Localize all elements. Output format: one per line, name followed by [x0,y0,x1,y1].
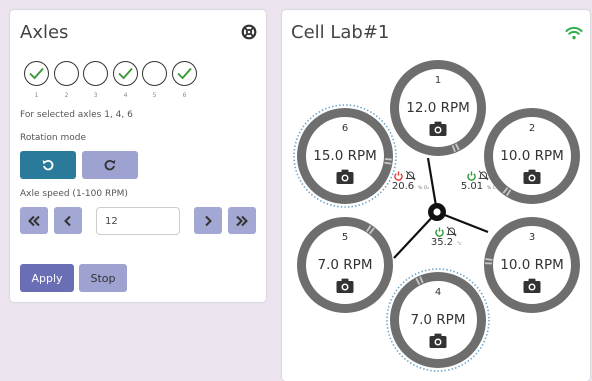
rotate-clockwise-button[interactable] [82,151,138,179]
speed-increase-fast-button[interactable] [228,207,256,234]
rotate-counterclockwise-button[interactable] [20,151,76,179]
well-index: 1 [435,75,441,86]
bell-off-icon[interactable] [478,170,489,181]
well-rpm: 10.0 RPM [500,257,564,273]
apply-button[interactable]: Apply [20,264,74,292]
well-index: 2 [529,123,535,134]
chevron-left-icon [64,215,71,226]
well-5[interactable]: 5 7.0 RPM [297,217,393,313]
axle-number-6: 6 [182,92,187,99]
axle-number-2: 2 [64,92,69,99]
selected-axles-text: For selected axles 1, 4, 6 [20,110,133,120]
axle-number-4: 4 [123,92,128,99]
axle-checkbox-2[interactable] [54,61,79,86]
rotate-ccw-icon [42,159,54,171]
well-index: 5 [342,232,348,243]
well-3[interactable]: 3 10.0 RPM [484,217,580,313]
stop-button-label: Stop [90,271,116,285]
checkmark-icon [177,67,192,80]
power-icon[interactable] [435,227,444,237]
checkmark-icon [118,67,133,80]
rotor-diagram: 1 12.0 RPM 2 10.0 RPM 3 10.0 RPM 4 7.0 RPM 5 7.0 … [293,60,580,372]
speed-increase-button[interactable] [194,207,222,234]
speed-decrease-button[interactable] [54,207,82,234]
axles-panel: Axles 123456 For selected axles 1, 4, 6 … [10,10,266,302]
well-rpm: 7.0 RPM [411,312,466,328]
rotate-cw-icon [104,159,116,171]
bell-off-icon[interactable] [446,226,457,237]
sensor-value: 35.2 [431,237,453,248]
axle-checkbox-4[interactable] [113,61,138,86]
stop-button[interactable]: Stop [79,264,127,292]
rotation-mode-label: Rotation mode [20,133,87,143]
axle-speed-label: Axle speed (1-100 RPM) [20,189,128,199]
sensor-readout: 35.2 °c [431,226,462,248]
well-2[interactable]: 2 10.0 RPM [484,108,580,204]
power-icon[interactable] [394,171,403,181]
rotor-arm [393,211,438,259]
chevron-right-icon [205,215,212,226]
bell-off-icon[interactable] [405,170,416,181]
cell-lab-panel: Cell Lab#1 1 12.0 RPM 2 10.0 RPM 3 10.0 RPM 4 7… [282,10,590,381]
well-rpm: 7.0 RPM [318,257,373,273]
well-index: 3 [529,232,535,243]
settings-icon[interactable] [241,24,257,40]
well-1[interactable]: 1 12.0 RPM [390,60,486,156]
axle-number-5: 5 [152,92,157,99]
axle-checkbox-1[interactable] [24,61,49,86]
well-index: 4 [435,287,441,298]
well-rpm: 15.0 RPM [313,148,377,164]
double-chevron-left-icon [28,215,40,226]
axle-checkbox-6[interactable] [172,61,197,86]
sensor-unit: % O₂ [418,185,429,191]
sensor-value: 5.01 [461,181,483,192]
axle-speed-input[interactable] [96,207,180,235]
well-rpm: 10.0 RPM [500,148,564,164]
power-icon[interactable] [467,171,476,181]
axle-number-1: 1 [34,92,39,99]
sensor-readout: 20.6 % O₂ [392,170,429,192]
well-4[interactable]: 4 7.0 RPM [386,268,490,372]
sensor-unit: °c [457,241,462,247]
well-index: 6 [342,123,348,134]
speed-decrease-fast-button[interactable] [20,207,48,234]
axles-title: Axles [20,22,69,43]
axle-number-3: 3 [93,92,98,99]
rotor-hub [428,203,446,221]
axle-checkbox-3[interactable] [83,61,108,86]
apply-button-label: Apply [31,271,63,285]
well-rpm: 12.0 RPM [406,100,470,116]
sensor-unit: % CO₂ [487,185,501,191]
sensors-group: 20.6 % O₂ 5.01 % CO₂ 35.2 °c [392,170,501,248]
checkmark-icon [29,67,44,80]
sensor-value: 20.6 [392,181,414,192]
double-chevron-right-icon [236,215,248,226]
axle-checkbox-5[interactable] [142,61,167,86]
well-6[interactable]: 6 15.0 RPM [293,104,397,208]
